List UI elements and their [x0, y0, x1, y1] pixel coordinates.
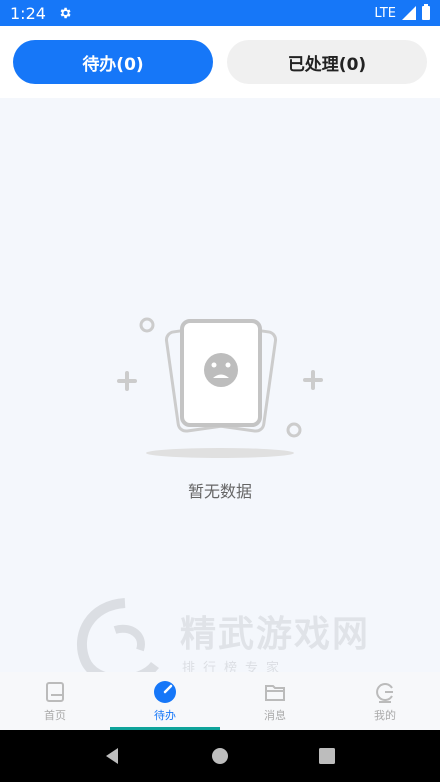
- content-area: 暂无数据: [0, 98, 440, 672]
- tab-pending[interactable]: 待办(0): [13, 40, 213, 84]
- signal-icon: [402, 6, 416, 20]
- bottom-tab-home-label: 首页: [44, 708, 66, 722]
- bottom-tab-home[interactable]: 首页: [0, 672, 110, 730]
- empty-message: 暂无数据: [187, 482, 252, 501]
- status-right: LTE: [374, 4, 430, 21]
- status-left: 1:24: [10, 4, 72, 23]
- recents-icon[interactable]: [317, 746, 337, 766]
- tab-processed[interactable]: 已处理(0): [227, 40, 427, 84]
- empty-box-illustration: [117, 317, 323, 458]
- bottom-tab-message[interactable]: 消息: [220, 672, 330, 730]
- tab-processed-label: 已处理(0): [287, 54, 367, 75]
- bottom-tab-bar: 首页 待办 消息 我的: [0, 672, 440, 730]
- network-type: LTE: [374, 5, 396, 21]
- todo-icon: [154, 680, 176, 703]
- bottom-tab-profile-label: 我的: [374, 708, 396, 722]
- bottom-tab-message-label: 消息: [264, 708, 286, 722]
- home-icon: [46, 681, 64, 702]
- battery-icon: [422, 4, 430, 20]
- bottom-tab-profile[interactable]: 我的: [330, 672, 440, 730]
- profile-icon: [376, 682, 393, 703]
- settings-gear-icon: [60, 7, 71, 19]
- segment-tabs: 待办(0) 已处理(0): [0, 26, 440, 98]
- bottom-tab-todo-label: 待办: [154, 708, 176, 722]
- status-bar: 1:24 LTE: [0, 0, 440, 26]
- back-icon[interactable]: [103, 746, 123, 766]
- message-icon: [265, 684, 285, 701]
- bottom-tab-todo[interactable]: 待办: [110, 672, 220, 730]
- tab-pending-label: 待办(0): [82, 54, 144, 75]
- system-nav-bar: [0, 730, 440, 782]
- status-time: 1:24: [10, 3, 46, 23]
- home-nav-icon[interactable]: [210, 746, 230, 766]
